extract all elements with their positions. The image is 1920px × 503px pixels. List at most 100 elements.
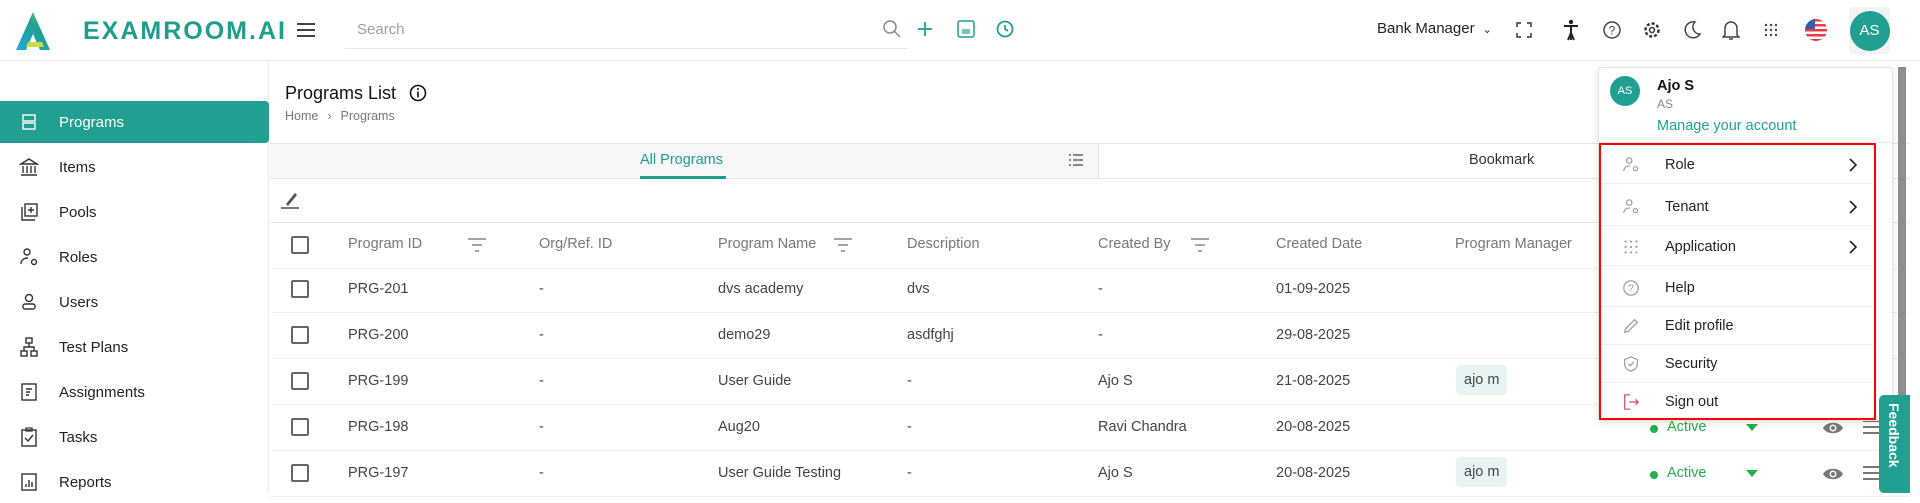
sidebar-item-label: Programs <box>59 113 125 131</box>
cell-org: - <box>539 465 544 481</box>
sitemap-icon <box>20 337 38 357</box>
status-dot-icon <box>1650 425 1658 433</box>
sidebar-item-roles[interactable]: Roles <box>0 236 269 278</box>
filter-icon[interactable] <box>1191 238 1209 252</box>
cell-org: - <box>539 281 544 297</box>
sidebar: Programs Items Pools Roles Users Test Pl… <box>0 61 269 493</box>
status-badge[interactable]: Active <box>1667 465 1707 481</box>
column-header-org-ref-id[interactable]: Org/Ref. ID <box>539 236 612 252</box>
column-header-program-name[interactable]: Program Name <box>718 236 816 252</box>
breadcrumb-home[interactable]: Home <box>285 109 318 123</box>
filter-icon[interactable] <box>468 238 486 252</box>
row-checkbox[interactable] <box>291 280 309 298</box>
sidebar-item-label: Items <box>59 158 96 176</box>
edit-pencil-icon[interactable] <box>280 190 300 210</box>
profile-avatar: AS <box>1610 76 1640 106</box>
sidebar-item-tasks[interactable]: Tasks <box>0 416 269 458</box>
role-select[interactable]: Bank Manager ⌄ <box>1377 20 1492 37</box>
more-list-icon[interactable] <box>1863 466 1879 480</box>
sidebar-item-users[interactable]: Users <box>0 281 269 323</box>
cell-id: PRG-198 <box>348 419 409 435</box>
column-header-description[interactable]: Description <box>907 236 980 252</box>
feedback-button[interactable]: Feedback <box>1879 395 1910 493</box>
add-icon[interactable] <box>917 21 933 37</box>
clipboard-check-icon <box>21 427 37 447</box>
apps-grid-icon[interactable] <box>1764 23 1778 37</box>
dark-mode-moon-icon[interactable] <box>1682 20 1702 40</box>
caret-down-icon[interactable] <box>1746 424 1758 432</box>
sidebar-item-programs[interactable]: Programs <box>0 101 269 143</box>
examroom-logo-icon <box>16 12 50 50</box>
user-avatar-button[interactable]: AS <box>1849 7 1890 54</box>
avatar: AS <box>1849 10 1890 51</box>
cell-date: 21-08-2025 <box>1276 373 1351 389</box>
manage-account-link[interactable]: Manage your account <box>1657 118 1796 134</box>
server-icon <box>22 114 36 130</box>
program-manager-chip: ajo m <box>1456 365 1508 395</box>
sidebar-item-pools[interactable]: Pools <box>0 191 269 233</box>
save-icon[interactable] <box>957 20 975 38</box>
cell-date: 20-08-2025 <box>1276 419 1351 435</box>
info-icon[interactable] <box>409 84 427 102</box>
sidebar-item-test-plans[interactable]: Test Plans <box>0 326 269 368</box>
row-checkbox[interactable] <box>291 372 309 390</box>
more-list-icon[interactable] <box>1863 420 1879 434</box>
notifications-bell-icon[interactable] <box>1722 19 1740 41</box>
page-title-text: Programs List <box>285 83 397 103</box>
sidebar-item-label: Tasks <box>59 428 98 446</box>
filter-icon[interactable] <box>834 238 852 252</box>
bank-icon <box>19 158 39 176</box>
chevron-down-icon: ⌄ <box>1482 24 1492 36</box>
help-icon[interactable]: ? <box>1602 20 1622 40</box>
cell-name: dvs academy <box>718 281 804 297</box>
cell-id: PRG-197 <box>348 465 409 481</box>
table-row[interactable]: PRG-197 - User Guide Testing - Ajo S 20-08-20… <box>270 451 1910 497</box>
profile-initials: AS <box>1657 97 1674 111</box>
cell-desc: - <box>907 465 912 481</box>
accessibility-icon[interactable] <box>1562 19 1580 41</box>
settings-gear-icon[interactable] <box>1642 20 1662 40</box>
cell-id: PRG-199 <box>348 373 409 389</box>
view-eye-icon[interactable] <box>1822 466 1844 482</box>
cell-org: - <box>539 419 544 435</box>
search-input[interactable]: Search <box>345 12 907 49</box>
us-flag-language-icon[interactable] <box>1804 18 1828 42</box>
row-checkbox[interactable] <box>291 418 309 436</box>
cell-desc: - <box>907 373 912 389</box>
sidebar-item-items[interactable]: Items <box>0 146 269 188</box>
sidebar-item-label: Test Plans <box>59 338 129 356</box>
cell-date: 20-08-2025 <box>1276 465 1351 481</box>
status-badge[interactable]: Active <box>1667 419 1707 435</box>
caret-down-icon[interactable] <box>1746 470 1758 478</box>
cell-desc: asdfghj <box>907 327 954 343</box>
column-header-created-by[interactable]: Created By <box>1098 236 1171 252</box>
hamburger-menu-icon[interactable] <box>296 20 316 40</box>
column-header-program-manager[interactable]: Program Manager <box>1455 236 1572 252</box>
breadcrumb-programs: Programs <box>340 109 395 123</box>
sidebar-item-label: Roles <box>59 248 98 266</box>
cell-name: User Guide <box>718 373 792 389</box>
cell-desc: dvs <box>907 281 930 297</box>
cell-name: Aug20 <box>718 419 760 435</box>
sidebar-item-label: Users <box>59 293 99 311</box>
view-eye-icon[interactable] <box>1822 420 1844 436</box>
sidebar-item-reports[interactable]: Reports <box>0 461 269 503</box>
column-header-program-id[interactable]: Program ID <box>348 236 422 252</box>
history-icon[interactable] <box>995 19 1015 39</box>
list-icon[interactable] <box>1069 154 1083 166</box>
cell-id: PRG-201 <box>348 281 409 297</box>
select-all-checkbox[interactable] <box>291 236 309 254</box>
row-checkbox[interactable] <box>291 326 309 344</box>
column-header-created-date[interactable]: Created Date <box>1276 236 1362 252</box>
sidebar-item-assignments[interactable]: Assignments <box>0 371 269 413</box>
cell-date: 01-09-2025 <box>1276 281 1351 297</box>
sidebar-item-label: Pools <box>59 203 97 221</box>
row-checkbox[interactable] <box>291 464 309 482</box>
tab-all-programs[interactable]: All Programs <box>640 152 723 168</box>
cell-created-by: Ajo S <box>1098 465 1133 481</box>
breadcrumb-separator-icon: › <box>327 109 332 123</box>
fullscreen-icon[interactable] <box>1516 22 1532 38</box>
search-icon[interactable] <box>882 19 902 39</box>
cell-org: - <box>539 327 544 343</box>
cell-created-by: Ravi Chandra <box>1098 419 1187 435</box>
